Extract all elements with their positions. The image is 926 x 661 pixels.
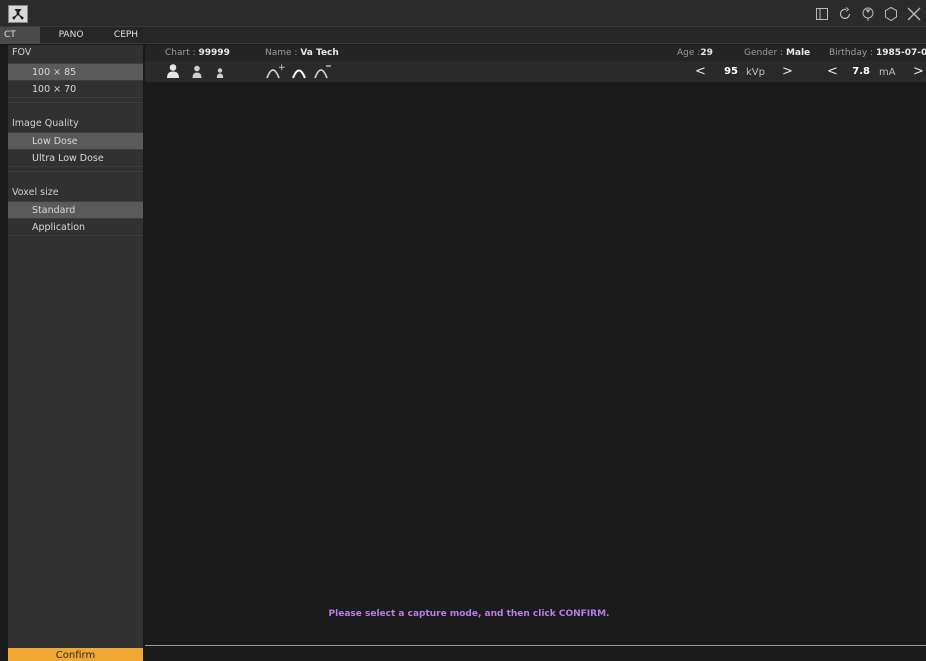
fov-option-100x70[interactable]: 100 × 70 [8, 81, 143, 98]
ma-decrease-button[interactable]: < [827, 61, 838, 82]
capture-options-panel: FOV 100 × 85 100 × 70 Image Quality Low … [8, 45, 143, 648]
voxel-size-heading: Voxel size [12, 187, 59, 198]
tab-ceph[interactable]: CEPH [108, 27, 144, 44]
ma-unit: mA [879, 67, 896, 78]
arch-minus-icon[interactable] [313, 63, 333, 79]
ma-value: 7.8 [852, 66, 870, 77]
voxel-option-standard[interactable]: Standard [8, 202, 143, 219]
kvp-unit: kVp [746, 67, 765, 78]
chart-number: Chart : 99999 [165, 48, 230, 58]
confirm-button[interactable]: Confirm [8, 648, 143, 661]
radiation-app-icon [8, 5, 28, 23]
preview-viewport: Please select a capture mode, and then c… [145, 82, 926, 645]
patient-small-icon[interactable] [212, 63, 228, 79]
title-bar [0, 0, 926, 27]
tab-ct[interactable]: CT [0, 27, 40, 44]
patient-age: Age :29 [677, 48, 713, 58]
patient-large-icon[interactable] [165, 63, 181, 79]
patient-name: Name : Va Tech [265, 48, 339, 58]
tab-pano[interactable]: PANO [56, 27, 86, 44]
svg-text:+: + [278, 63, 285, 73]
arch-normal-icon[interactable] [291, 63, 307, 79]
ma-increase-button[interactable]: > [913, 61, 924, 82]
refresh-icon[interactable] [836, 5, 853, 22]
settings-icon[interactable] [882, 5, 899, 22]
patient-gender: Gender : Male [744, 48, 811, 58]
fov-heading: FOV [12, 47, 32, 58]
exposure-toolbar: + < 95 kVp > < 7.8 mA > [145, 61, 926, 82]
kvp-increase-button[interactable]: > [782, 61, 793, 82]
close-icon[interactable] [905, 5, 922, 22]
patient-medium-icon[interactable] [189, 63, 205, 79]
arch-plus-icon[interactable]: + [265, 63, 285, 79]
instruction-message: Please select a capture mode, and then c… [328, 609, 610, 619]
patient-info-bar: Chart : 99999 Name : Va Tech Age :29 Gen… [145, 45, 926, 61]
kvp-value: 95 [724, 66, 738, 77]
radiation-icon[interactable] [859, 5, 876, 22]
quality-option-ultra-low-dose[interactable]: Ultra Low Dose [8, 150, 143, 167]
panel-icon[interactable] [813, 5, 830, 22]
quality-option-low-dose[interactable]: Low Dose [8, 133, 143, 150]
voxel-option-application[interactable]: Application [8, 219, 143, 236]
image-quality-heading: Image Quality [12, 118, 79, 129]
viewport-divider [145, 645, 926, 646]
mode-tabs: CT PANO CEPH [0, 27, 926, 44]
fov-option-100x85[interactable]: 100 × 85 [8, 64, 143, 81]
patient-birthday: Birthday : 1985-07-01 [829, 48, 926, 58]
kvp-decrease-button[interactable]: < [695, 61, 706, 82]
